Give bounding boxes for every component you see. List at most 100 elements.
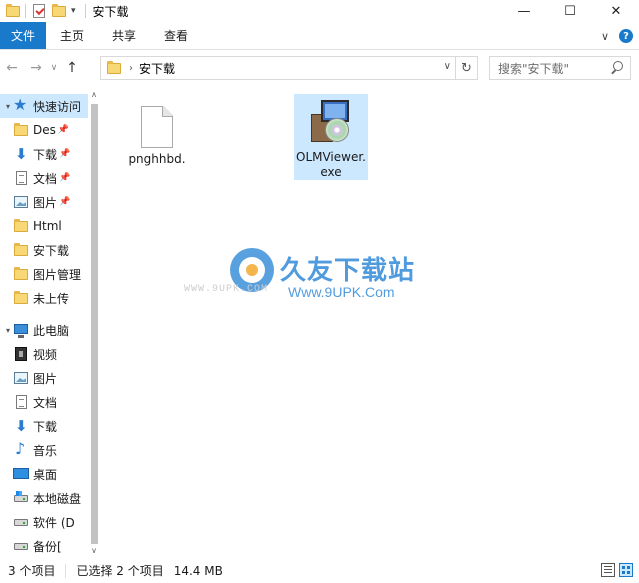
- nav-label: 文档: [33, 171, 58, 186]
- window-title: 安下载: [92, 4, 129, 19]
- recent-locations-icon[interactable]: ∨: [48, 63, 60, 73]
- item-count: 3 个项目: [8, 564, 56, 578]
- back-button[interactable]: ←: [0, 56, 24, 80]
- folder-icon: [13, 122, 29, 138]
- nav-label: 文档: [33, 395, 58, 410]
- address-dropdown-icon[interactable]: ∨: [444, 61, 451, 72]
- watermark-url: Www.9UPK.Com: [288, 284, 395, 300]
- file-list[interactable]: pnghhbd. OLMViewer.exe 久友下载站 Www.9UPK.Co…: [100, 86, 639, 558]
- nav-label: 音乐: [33, 443, 58, 458]
- nav-item-desktop[interactable]: 桌面: [0, 462, 88, 486]
- document-icon: [13, 170, 29, 186]
- minimize-button[interactable]: —: [501, 0, 547, 22]
- watermark-ghost-text: WWW.9UPK.COM: [184, 284, 269, 295]
- nav-item-pictures-pinned[interactable]: 图片 📌: [0, 190, 88, 214]
- drive-icon: [13, 514, 29, 530]
- nav-item-anxiazai[interactable]: 安下载: [0, 238, 88, 262]
- nav-label: Des: [33, 123, 56, 137]
- scroll-thumb[interactable]: [91, 104, 98, 544]
- expand-arrow-icon[interactable]: ▾: [3, 326, 13, 335]
- nav-item-videos[interactable]: 视频: [0, 342, 88, 366]
- nav-item-local-disk[interactable]: 本地磁盘: [0, 486, 88, 510]
- status-bar: 3 个项目 已选择 2 个项目 14.4 MB: [0, 558, 639, 583]
- nav-item-not-uploaded[interactable]: 未上传: [0, 286, 88, 310]
- search-icon[interactable]: [610, 61, 624, 75]
- selection-count: 已选择 2 个项目: [76, 564, 164, 578]
- nav-item-documents-pinned[interactable]: 文档 📌: [0, 166, 88, 190]
- refresh-button[interactable]: ↻: [455, 57, 477, 79]
- nav-label: 本地磁盘: [33, 491, 82, 506]
- breadcrumb-separator[interactable]: ›: [129, 63, 133, 74]
- tab-view[interactable]: 查看: [150, 22, 202, 49]
- breadcrumb[interactable]: 安下载: [139, 60, 175, 77]
- file-name: pnghhbd.: [128, 152, 186, 166]
- address-bar[interactable]: › 安下载 ∨ ↻: [100, 56, 478, 80]
- nav-item-documents[interactable]: 文档: [0, 390, 88, 414]
- large-icons-view-icon[interactable]: [619, 563, 633, 577]
- nav-item-pictures[interactable]: 图片: [0, 366, 88, 390]
- navigation-pane: ▾ ★ 快速访问 Des 📌 ⬇ 下载 📌 文档 📌 图片 📌 Html 安下载: [0, 86, 100, 558]
- close-button[interactable]: ✕: [593, 0, 639, 22]
- selection-size: 14.4 MB: [173, 563, 223, 578]
- pin-icon: 📌: [59, 173, 71, 183]
- ribbon-expand-icon[interactable]: ∨: [601, 30, 609, 43]
- folder-icon: [13, 242, 29, 258]
- tab-share[interactable]: 共享: [98, 22, 150, 49]
- nav-this-pc[interactable]: ▾ 此电脑: [0, 318, 88, 342]
- pin-icon: 📌: [57, 125, 70, 135]
- nav-item-downloads[interactable]: ⬇ 下载: [0, 414, 88, 438]
- watermark: 久友下载站 Www.9UPK.Com WWW.9UPK.COM: [184, 236, 510, 326]
- nav-label: 安下载: [33, 243, 70, 258]
- music-icon: ♪: [15, 439, 26, 458]
- expand-arrow-icon[interactable]: ▾: [3, 102, 13, 111]
- folder-icon: [107, 61, 121, 74]
- nav-label: 图片管理: [33, 267, 82, 282]
- download-icon: ⬇: [15, 417, 28, 435]
- properties-icon[interactable]: [31, 3, 47, 19]
- help-icon[interactable]: ?: [619, 29, 633, 43]
- nav-quick-access[interactable]: ▾ ★ 快速访问: [0, 94, 88, 118]
- nav-item-software-drive[interactable]: 软件 (D: [0, 510, 88, 534]
- installer-exe-icon: [307, 98, 355, 146]
- search-placeholder[interactable]: 搜索"安下载": [498, 60, 569, 77]
- nav-label: 备份[: [33, 539, 62, 554]
- tab-home[interactable]: 主页: [46, 22, 98, 49]
- nav-item-picture-manager[interactable]: 图片管理: [0, 262, 88, 286]
- pc-icon: [13, 322, 29, 338]
- document-icon: [13, 394, 29, 410]
- nav-scrollbar[interactable]: ∧ ∨: [88, 86, 100, 558]
- search-input[interactable]: 搜索"安下载": [489, 56, 631, 80]
- nav-item-music[interactable]: ♪ 音乐: [0, 438, 88, 462]
- up-button[interactable]: ↑: [60, 56, 84, 80]
- nav-item-desktop-pinned[interactable]: Des 📌: [0, 118, 88, 142]
- folder-icon: [13, 266, 29, 282]
- quick-access-dropdown-icon[interactable]: ▾: [71, 6, 76, 16]
- file-item[interactable]: pnghhbd.: [120, 96, 194, 182]
- download-icon: ⬇: [15, 145, 28, 163]
- nav-item-downloads-pinned[interactable]: ⬇ 下载 📌: [0, 142, 88, 166]
- scroll-up-icon[interactable]: ∧: [88, 88, 100, 102]
- divider: [25, 4, 26, 18]
- address-row: ← → ∨ ↑ › 安下载 ∨ ↻ 搜索"安下载": [0, 50, 639, 86]
- nav-label: 桌面: [33, 467, 58, 482]
- forward-button[interactable]: →: [24, 56, 48, 80]
- blank-file-icon: [141, 106, 173, 148]
- folder-icon: [6, 4, 20, 17]
- nav-item-backup-drive[interactable]: 备份[: [0, 534, 88, 558]
- new-folder-icon[interactable]: [51, 3, 67, 19]
- tab-file[interactable]: 文件: [0, 22, 47, 49]
- nav-label: 下载: [33, 147, 58, 162]
- scroll-down-icon[interactable]: ∨: [88, 544, 100, 558]
- pin-icon: 📌: [59, 149, 71, 159]
- picture-icon: [13, 370, 29, 386]
- star-icon: ★: [13, 95, 28, 114]
- pin-icon: 📌: [59, 197, 71, 207]
- nav-label: 图片: [33, 195, 58, 210]
- file-item-selected[interactable]: OLMViewer.exe: [294, 94, 368, 180]
- nav-item-html[interactable]: Html: [0, 214, 88, 238]
- folder-icon: [13, 290, 29, 306]
- maximize-button[interactable]: ☐: [547, 0, 593, 22]
- title-bar: ▾ 安下载 — ☐ ✕: [0, 0, 639, 22]
- picture-icon: [13, 194, 29, 210]
- details-view-icon[interactable]: [601, 563, 615, 577]
